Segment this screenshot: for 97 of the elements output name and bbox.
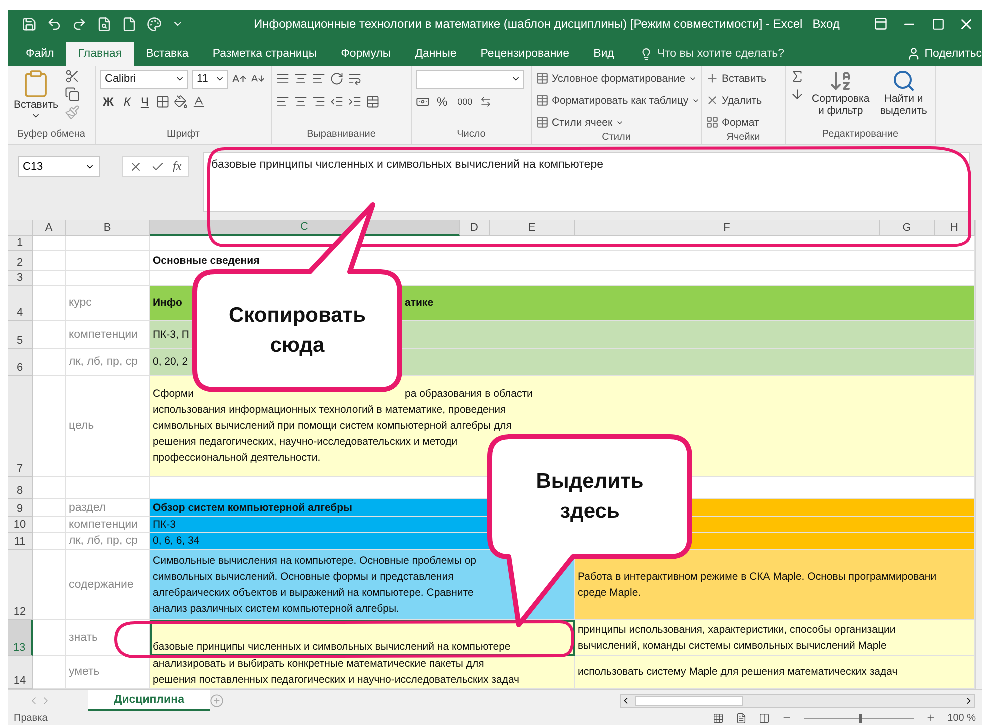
ribbon-tab[interactable]: Разметка страницы — [200, 42, 330, 66]
sheet-tab[interactable]: Дисциплина — [88, 690, 210, 711]
group-label: Число — [457, 129, 486, 142]
row-label: уметь — [68, 666, 100, 678]
row-header[interactable]: 3 — [8, 271, 33, 286]
cells-button[interactable]: Вставить — [706, 69, 767, 88]
cells-button[interactable]: Удалить — [706, 91, 767, 110]
group-label: Выравнивание — [307, 129, 376, 142]
row-label: лк, лб, пр, ср — [68, 535, 138, 547]
font-style-button[interactable]: К — [120, 95, 134, 109]
row-header[interactable]: 9 — [8, 499, 33, 517]
cell-text: 0, 6, 6, 34 — [153, 534, 201, 549]
cell-text: использования информационных технологий в математике, проведения — [153, 403, 508, 418]
cell-text: анализировать и выбирать конкретные математические пакеты для решения поставленных педагогических и научно-исследовательских задач — [153, 657, 521, 688]
cell-text: атике — [405, 296, 435, 311]
row-header[interactable]: 1 — [8, 236, 33, 251]
table-cell[interactable]: принципы использования, характеристики, способы организации вычислений, команды системы символьных вычислений Maple — [575, 620, 975, 656]
column-header[interactable]: E — [490, 220, 575, 236]
paste-button[interactable]: Вставить — [12, 69, 61, 129]
cell-text: Инфо — [153, 296, 184, 311]
font-size-field[interactable]: 11 — [192, 70, 228, 88]
cells-button[interactable]: Формат — [706, 113, 767, 132]
row-label: цель — [68, 420, 94, 432]
cell-text: профессиональной деятельности. — [153, 451, 322, 466]
zoom-level: 100 % — [948, 712, 976, 724]
styles-button[interactable]: Стили ячеек — [536, 113, 700, 132]
column-header[interactable]: A — [33, 220, 66, 236]
column-header[interactable]: B — [66, 220, 150, 236]
percent-button[interactable]: % — [434, 95, 451, 109]
row-header[interactable]: 14 — [8, 656, 33, 689]
row-header[interactable]: 4 — [8, 286, 33, 321]
find-select-button[interactable]: Найти и выделить — [876, 69, 931, 129]
cell-text: 0, 20, 2 — [153, 355, 190, 370]
column-header[interactable]: F — [575, 220, 880, 236]
row-label: лк, лб, пр, ср — [68, 356, 138, 368]
ribbon-tab[interactable]: Вид — [582, 42, 626, 66]
window-title: Информационные технологии в математике (шаблон дисциплины) [Режим совместимости] - Excel — [254, 17, 803, 31]
sort-filter-button[interactable]: Сортировка и фильтр — [809, 69, 873, 129]
group-label: Редактирование — [822, 129, 899, 142]
group-label: Шрифт — [167, 129, 200, 142]
styles-button[interactable]: Условное форматирование — [536, 69, 700, 88]
cell-text: базовые принципы численных и символьных вычислений на компьютере — [153, 640, 512, 655]
cell-text: Работа в интерактивном режиме в СКА Maple. Основы программировани среде Maple. — [578, 570, 938, 600]
cell-text: Символьные вычисления на компьютере. Основные проблемы ор символьных вычислений. Основные формы и представления алгебраических объектов и выражений на компьютере. Сравните анализ различных систем компьютерной алгебры. — [153, 554, 478, 616]
column-header[interactable]: D — [460, 220, 490, 236]
row-header[interactable]: 8 — [8, 477, 33, 499]
group-label: Буфер обмена — [18, 129, 86, 142]
font-style-button[interactable]: Ж — [100, 95, 117, 109]
thousands-button[interactable]: 000 — [454, 97, 476, 107]
font-name-field[interactable]: Calibri — [100, 70, 188, 88]
table-cell[interactable]: Основные сведения — [150, 251, 975, 271]
row-label: знать — [68, 632, 98, 644]
row-label: компетенции — [68, 518, 138, 530]
ribbon-tab[interactable]: Рецензирование — [468, 42, 582, 66]
column-header[interactable]: C — [150, 220, 460, 236]
cell-text: ПК-3, П — [153, 328, 190, 342]
row-header[interactable]: 12 — [8, 550, 33, 620]
row-label: компетенции — [68, 328, 138, 340]
name-box[interactable]: C13 — [18, 156, 100, 177]
row-header[interactable]: 13 — [8, 620, 33, 656]
row-header[interactable]: 11 — [8, 533, 33, 550]
cell-text: ПК-3 — [153, 518, 177, 532]
cell-text: Основные сведения — [153, 254, 261, 268]
row-header[interactable]: 6 — [8, 349, 33, 376]
font-style-button[interactable]: Ч — [138, 95, 152, 109]
cell-text: решения педагогических, научно-исследовательских и методи — [153, 435, 459, 450]
column-header[interactable]: H — [935, 220, 975, 236]
share-button[interactable]: Поделитьс — [906, 42, 982, 66]
cell-text: использовать систему Maple для решения математических задач — [578, 665, 899, 680]
ribbon-tab[interactable]: Формулы — [329, 42, 404, 66]
ribbon-tab[interactable]: Данные — [403, 42, 469, 66]
ribbon-tab[interactable]: Вставка — [134, 42, 201, 66]
row-label: содержание — [68, 578, 134, 590]
styles-button[interactable]: Форматировать как таблицу — [536, 91, 700, 110]
row-header[interactable]: 5 — [8, 321, 33, 349]
table-cell[interactable]: использовать систему Maple для решения математических задач — [575, 656, 975, 689]
row-header[interactable]: 7 — [8, 376, 33, 477]
group-label: Ячейки — [726, 132, 760, 144]
ribbon-tab[interactable]: Файл — [14, 42, 66, 66]
cell-text: символьных вычислений при помощи систем компьютерной алгебры для — [153, 419, 513, 434]
table-cell[interactable]: Работа в интерактивном режиме в СКА Maple. Основы программировани среде Maple. — [575, 550, 975, 620]
row-header[interactable]: 10 — [8, 517, 33, 533]
tell-me-field[interactable]: Что вы хотите сделать? — [634, 42, 791, 66]
cell-text: Сформи — [153, 387, 195, 402]
sign-in-link[interactable]: Вход — [812, 17, 840, 31]
row-label: курс — [68, 297, 92, 309]
table-cell[interactable]: анализировать и выбирать конкретные математические пакеты для решения поставленных педагогических и научно-исследовательских задач — [150, 656, 575, 689]
insert-function-button[interactable]: fx — [173, 159, 182, 174]
formula-input[interactable]: базовые принципы численных и символьных вычислений на компьютере — [202, 152, 970, 212]
cell-text: ра образования в области — [405, 387, 534, 402]
cell-text: принципы использования, характеристики, способы организации вычислений, команды системы символьных вычислений Maple — [578, 622, 897, 654]
group-label: Стили — [602, 132, 631, 144]
row-header[interactable]: 2 — [8, 251, 33, 271]
column-header[interactable]: G — [880, 220, 935, 236]
row-label: раздел — [68, 502, 106, 514]
ribbon-tab[interactable]: Главная — [66, 42, 134, 66]
status-text: Правка — [14, 712, 48, 724]
